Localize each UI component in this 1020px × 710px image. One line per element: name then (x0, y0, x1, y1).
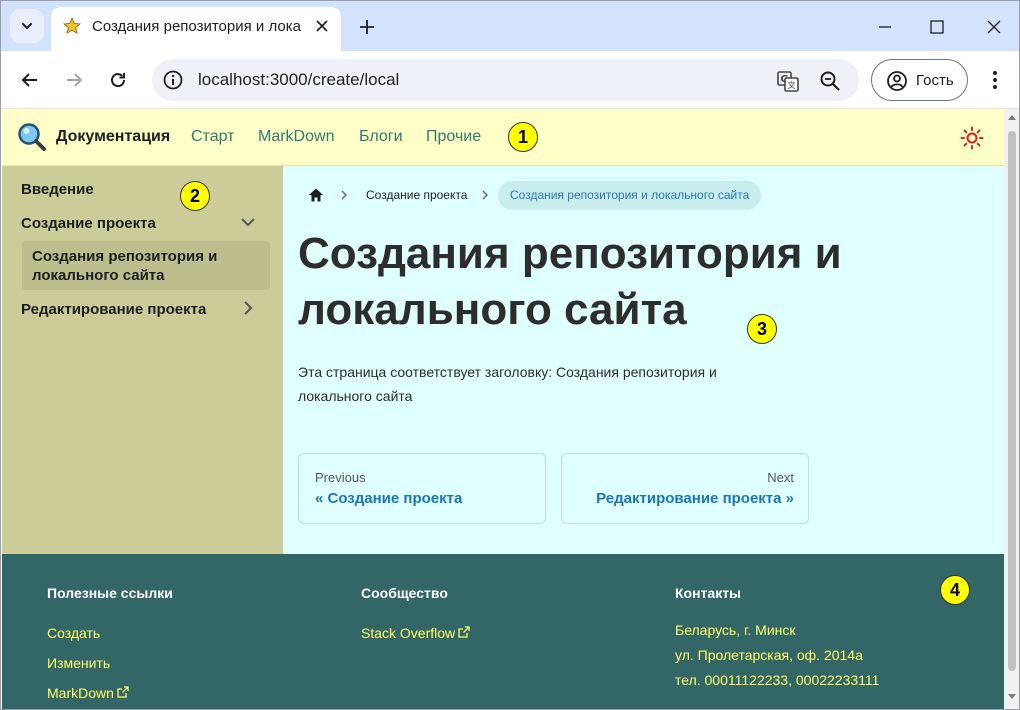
footer-contact-address: ул. Пролетарская, оф. 2014а (675, 647, 863, 663)
pager-previous-label: « Создание проекта (315, 490, 463, 507)
chevron-right-icon (341, 190, 347, 200)
sidebar-item-intro[interactable]: Введение (21, 181, 94, 198)
close-icon (987, 20, 1001, 34)
close-window-button[interactable] (980, 13, 1008, 41)
page-scrollbar[interactable] (1004, 109, 1019, 709)
footer-link-edit[interactable]: Изменить (47, 655, 110, 671)
tab-strip: Создания репозитория и лока (1, 1, 1019, 51)
forward-button[interactable] (58, 64, 90, 96)
footer-link-markdown-label: MarkDown (47, 685, 114, 701)
footer-community-title: Сообщество (361, 585, 448, 601)
footer-link-markdown[interactable]: MarkDown (47, 685, 129, 701)
browser-tab[interactable]: Создания репозитория и лока (51, 7, 341, 51)
chevron-down-icon (22, 23, 32, 29)
pager-next-label: Редактирование проекта » (596, 490, 794, 507)
callout-2: 2 (180, 181, 210, 211)
nav-link-markdown[interactable]: MarkDown (258, 128, 334, 146)
star-icon (63, 17, 81, 34)
scroll-down-arrow-icon[interactable] (1007, 693, 1017, 701)
footer-link-stackoverflow[interactable]: Stack Overflow (361, 625, 470, 641)
account-icon (887, 71, 907, 91)
plus-icon (360, 20, 374, 34)
nav-link-other[interactable]: Прочие (426, 128, 481, 146)
breadcrumb-create-project[interactable]: Создание проекта (366, 188, 467, 202)
zoom-out-icon[interactable] (818, 69, 842, 93)
more-vert-icon (993, 71, 997, 89)
callout-4: 4 (940, 575, 970, 605)
sidebar-item-repo-local-site[interactable]: Создания репозитория и локального сайта (22, 241, 270, 290)
chevron-right-icon[interactable] (238, 298, 258, 318)
address-bar[interactable]: localhost:3000/create/local G文 (152, 59, 859, 101)
minimize-icon (879, 26, 891, 28)
sidebar-item-create-project[interactable]: Создание проекта (21, 215, 156, 232)
main-content: Создание проекта Создания репозитория и … (283, 166, 1004, 554)
pager-previous-sublabel: Previous (315, 470, 366, 485)
site-navbar: Документация Старт MarkDown Блоги Прочие (2, 109, 1004, 166)
pager-previous[interactable]: Previous « Создание проекта (298, 453, 546, 524)
close-tab-icon[interactable] (313, 17, 331, 35)
pager-next[interactable]: Next Редактирование проекта » (561, 453, 809, 524)
docs-sidebar: Введение Создание проекта Создания репоз… (2, 166, 283, 554)
brand-title[interactable]: Документация (56, 128, 170, 146)
pager-next-sublabel: Next (767, 470, 794, 485)
back-button[interactable] (14, 64, 46, 96)
minimize-button[interactable] (871, 13, 899, 41)
guest-profile-button[interactable]: Гость (871, 59, 968, 101)
sidebar-item-edit-project[interactable]: Редактирование проекта (21, 301, 206, 318)
footer-link-stackoverflow-label: Stack Overflow (361, 625, 456, 641)
tab-search-button[interactable] (10, 9, 44, 43)
reload-button[interactable] (102, 64, 134, 96)
external-link-icon (458, 626, 470, 638)
maximize-icon (930, 20, 944, 34)
breadcrumb-current: Создания репозитория и локального сайта (498, 181, 762, 210)
external-link-icon (117, 686, 129, 698)
translate-icon[interactable]: G文 (776, 69, 800, 93)
sun-icon[interactable] (960, 126, 984, 150)
callout-3: 3 (747, 314, 777, 344)
guest-label: Гость (916, 72, 954, 89)
nav-link-start[interactable]: Старт (191, 128, 234, 146)
nav-link-blogs[interactable]: Блоги (359, 128, 403, 146)
reload-icon (111, 73, 126, 88)
maximize-button[interactable] (923, 13, 951, 41)
site-footer: Полезные ссылки Создать Изменить MarkDow… (2, 554, 1004, 709)
footer-contacts-title: Контакты (675, 585, 742, 601)
magnifier-logo-icon[interactable] (17, 122, 47, 152)
chevron-right-icon (482, 190, 488, 200)
footer-useful-links-title: Полезные ссылки (47, 585, 173, 601)
browser-window: Создания репозитория и лока localhost:30… (0, 0, 1020, 710)
svg-text:文: 文 (788, 80, 796, 90)
url-text[interactable]: localhost:3000/create/local (198, 70, 399, 90)
arrow-right-icon (67, 73, 83, 87)
browser-menu-button[interactable] (983, 64, 1007, 96)
arrow-left-icon (21, 73, 37, 87)
callout-1: 1 (508, 122, 538, 152)
chevron-down-icon[interactable] (238, 212, 258, 232)
footer-contact-city: Беларусь, г. Минск (675, 622, 796, 638)
home-icon[interactable] (307, 186, 325, 204)
scroll-thumb[interactable] (1008, 131, 1016, 671)
tab-title: Создания репозитория и лока (92, 18, 301, 35)
sidebar-item-label: Создания репозитория и локального сайта (32, 248, 218, 284)
footer-link-create[interactable]: Создать (47, 625, 100, 641)
info-icon[interactable] (162, 69, 184, 91)
new-tab-button[interactable] (353, 13, 381, 41)
footer-contact-phone: тел. 00011122233, 00022233111 (675, 672, 880, 688)
page-description: Эта страница соответствует заголовку: Со… (298, 364, 717, 404)
scroll-up-arrow-icon[interactable] (1007, 113, 1017, 121)
browser-toolbar: localhost:3000/create/local G文 Гость (1, 51, 1019, 109)
